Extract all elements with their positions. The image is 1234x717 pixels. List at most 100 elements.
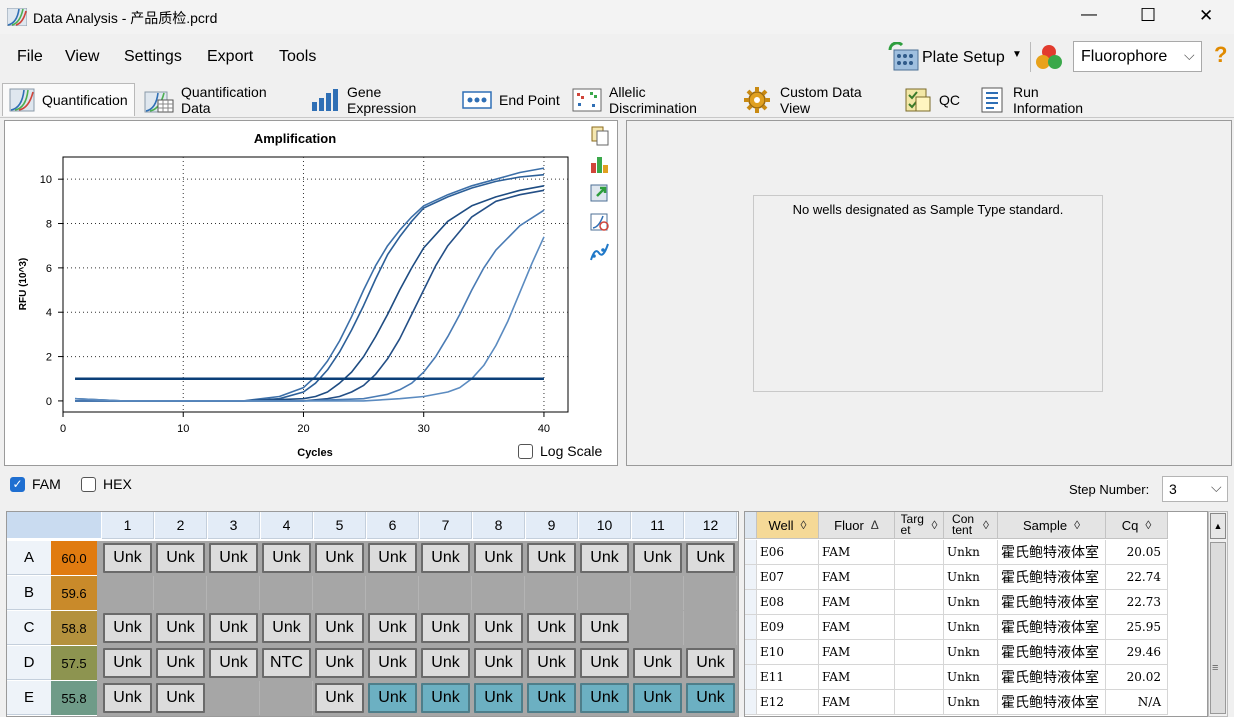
plate-well[interactable]: Unk (368, 543, 417, 573)
plate-well[interactable]: Unk (527, 543, 576, 573)
table-header-sample[interactable]: Sample ◊ (998, 512, 1106, 539)
plate-row-header[interactable]: C (7, 611, 51, 645)
empty-well[interactable] (208, 681, 260, 715)
plate-well[interactable]: Unk (315, 648, 364, 678)
plate-well[interactable]: Unk (421, 613, 470, 643)
plate-well[interactable]: NTC (262, 648, 311, 678)
plate-well[interactable]: Unk (527, 613, 576, 643)
plate-well[interactable]: Unk (209, 613, 258, 643)
empty-well[interactable] (314, 576, 366, 610)
plate-well[interactable]: Unk (474, 648, 523, 678)
plate-column-header[interactable]: 2 (155, 512, 207, 539)
sort-icon[interactable]: ◊ (983, 518, 989, 532)
plate-well[interactable]: Unk (156, 543, 205, 573)
amplification-chart[interactable]: 0 10 20 30 40 0 2 4 6 8 10 Amplification Cycles RFU (… (5, 121, 585, 465)
table-row-header[interactable] (745, 665, 757, 690)
plate-row-header[interactable]: D (7, 646, 51, 680)
plate-well[interactable]: Unk (474, 613, 523, 643)
plate-well[interactable]: Unk (474, 543, 523, 573)
plate-well[interactable]: Unk (156, 648, 205, 678)
table-row-header[interactable] (745, 615, 757, 640)
table-header-well[interactable]: Well ◊ (757, 512, 819, 539)
fluorophore-select[interactable]: Fluorophore ⌵ (1073, 41, 1202, 72)
plate-column-header[interactable]: 6 (367, 512, 419, 539)
plate-well[interactable]: Unk (633, 543, 682, 573)
sort-icon[interactable]: ◊ (801, 518, 807, 532)
table-header-target[interactable]: Target ◊ (895, 512, 944, 539)
plate-well[interactable]: Unk (368, 683, 417, 713)
plate-corner-cell[interactable] (7, 512, 102, 539)
scroll-thumb[interactable] (1210, 542, 1226, 714)
sort-icon[interactable]: ◊ (1074, 518, 1080, 532)
tab-allelic-discrimination[interactable]: Allelic Discrimination (565, 83, 732, 116)
plate-well[interactable]: Unk (686, 648, 735, 678)
empty-well[interactable] (685, 611, 737, 645)
fam-checkbox[interactable]: ✓ (10, 476, 25, 492)
table-vertical-scrollbar[interactable]: ▲ ≡ (1208, 511, 1228, 717)
plate-well[interactable]: Unk (686, 543, 735, 573)
tab-quantification[interactable]: Quantification (2, 83, 135, 116)
plate-well[interactable]: Unk (103, 648, 152, 678)
menu-export[interactable]: Export (207, 48, 253, 66)
maximize-button[interactable]: ☐ (1140, 5, 1156, 26)
empty-well[interactable] (155, 576, 207, 610)
plate-well[interactable]: Unk (580, 683, 629, 713)
plate-well[interactable]: Unk (103, 543, 152, 573)
menu-tools[interactable]: Tools (279, 48, 316, 66)
log-scale-toggle[interactable]: Log Scale (518, 441, 602, 461)
plate-well[interactable]: Unk (262, 613, 311, 643)
plate-well[interactable]: Unk (686, 683, 735, 713)
empty-well[interactable] (420, 576, 472, 610)
plate-well[interactable]: Unk (315, 613, 364, 643)
fam-toggle[interactable]: ✓ FAM (10, 476, 61, 492)
curve-fit-icon[interactable] (589, 241, 611, 263)
tab-quantification-data[interactable]: Quantification Data (137, 83, 299, 116)
empty-well[interactable] (367, 576, 419, 610)
empty-well[interactable] (208, 576, 260, 610)
tab-custom-data-view[interactable]: Custom Data View (736, 83, 894, 116)
plate-column-header[interactable]: 9 (526, 512, 578, 539)
menu-file[interactable]: File (17, 48, 43, 66)
copy-icon[interactable] (589, 125, 611, 147)
tab-run-information[interactable]: Run Information (971, 83, 1111, 116)
table-header-cq[interactable]: Cq ◊ (1106, 512, 1168, 539)
plate-well[interactable]: Unk (156, 683, 205, 713)
minimize-button[interactable]: — (1081, 6, 1097, 24)
menu-settings[interactable]: Settings (124, 48, 182, 66)
plate-column-header[interactable]: 3 (208, 512, 260, 539)
plate-column-header[interactable]: 4 (261, 512, 313, 539)
plate-well[interactable]: Unk (262, 543, 311, 573)
plate-well[interactable]: Unk (421, 543, 470, 573)
plate-well[interactable]: Unk (368, 613, 417, 643)
tab-qc[interactable]: QC (897, 83, 967, 116)
plate-well[interactable]: Unk (156, 613, 205, 643)
help-icon[interactable]: ? (1214, 42, 1227, 68)
plate-well[interactable]: Unk (633, 648, 682, 678)
hex-toggle[interactable]: HEX (81, 476, 132, 492)
empty-well[interactable] (261, 576, 313, 610)
empty-well[interactable] (685, 576, 737, 610)
zoom-chart-icon[interactable] (589, 211, 611, 233)
empty-well[interactable] (632, 611, 684, 645)
plate-well[interactable]: Unk (421, 648, 470, 678)
chart-color-icon[interactable] (589, 153, 611, 175)
export-chart-icon[interactable] (589, 182, 611, 204)
tab-end-point[interactable]: End Point (455, 83, 561, 116)
table-row-header[interactable] (745, 590, 757, 615)
plate-column-header[interactable]: 12 (685, 512, 737, 539)
table-header-fluor[interactable]: Fluor Δ (819, 512, 895, 539)
plate-setup-button[interactable]: Plate Setup ▼ (888, 40, 1028, 74)
empty-well[interactable] (473, 576, 525, 610)
empty-well[interactable] (261, 681, 313, 715)
table-row-header[interactable] (745, 690, 757, 715)
sort-icon[interactable]: ◊ (932, 518, 938, 532)
plate-row-header[interactable]: A (7, 541, 51, 575)
plate-well[interactable]: Unk (527, 683, 576, 713)
plate-well[interactable]: Unk (474, 683, 523, 713)
table-row-header[interactable] (745, 565, 757, 590)
plate-column-header[interactable]: 5 (314, 512, 366, 539)
dye-color-icon[interactable] (1034, 43, 1064, 71)
tab-gene-expression[interactable]: Gene Expression (303, 83, 453, 116)
table-corner-cell[interactable] (745, 512, 757, 539)
step-number-select[interactable]: 3 ⌵ (1162, 476, 1228, 502)
